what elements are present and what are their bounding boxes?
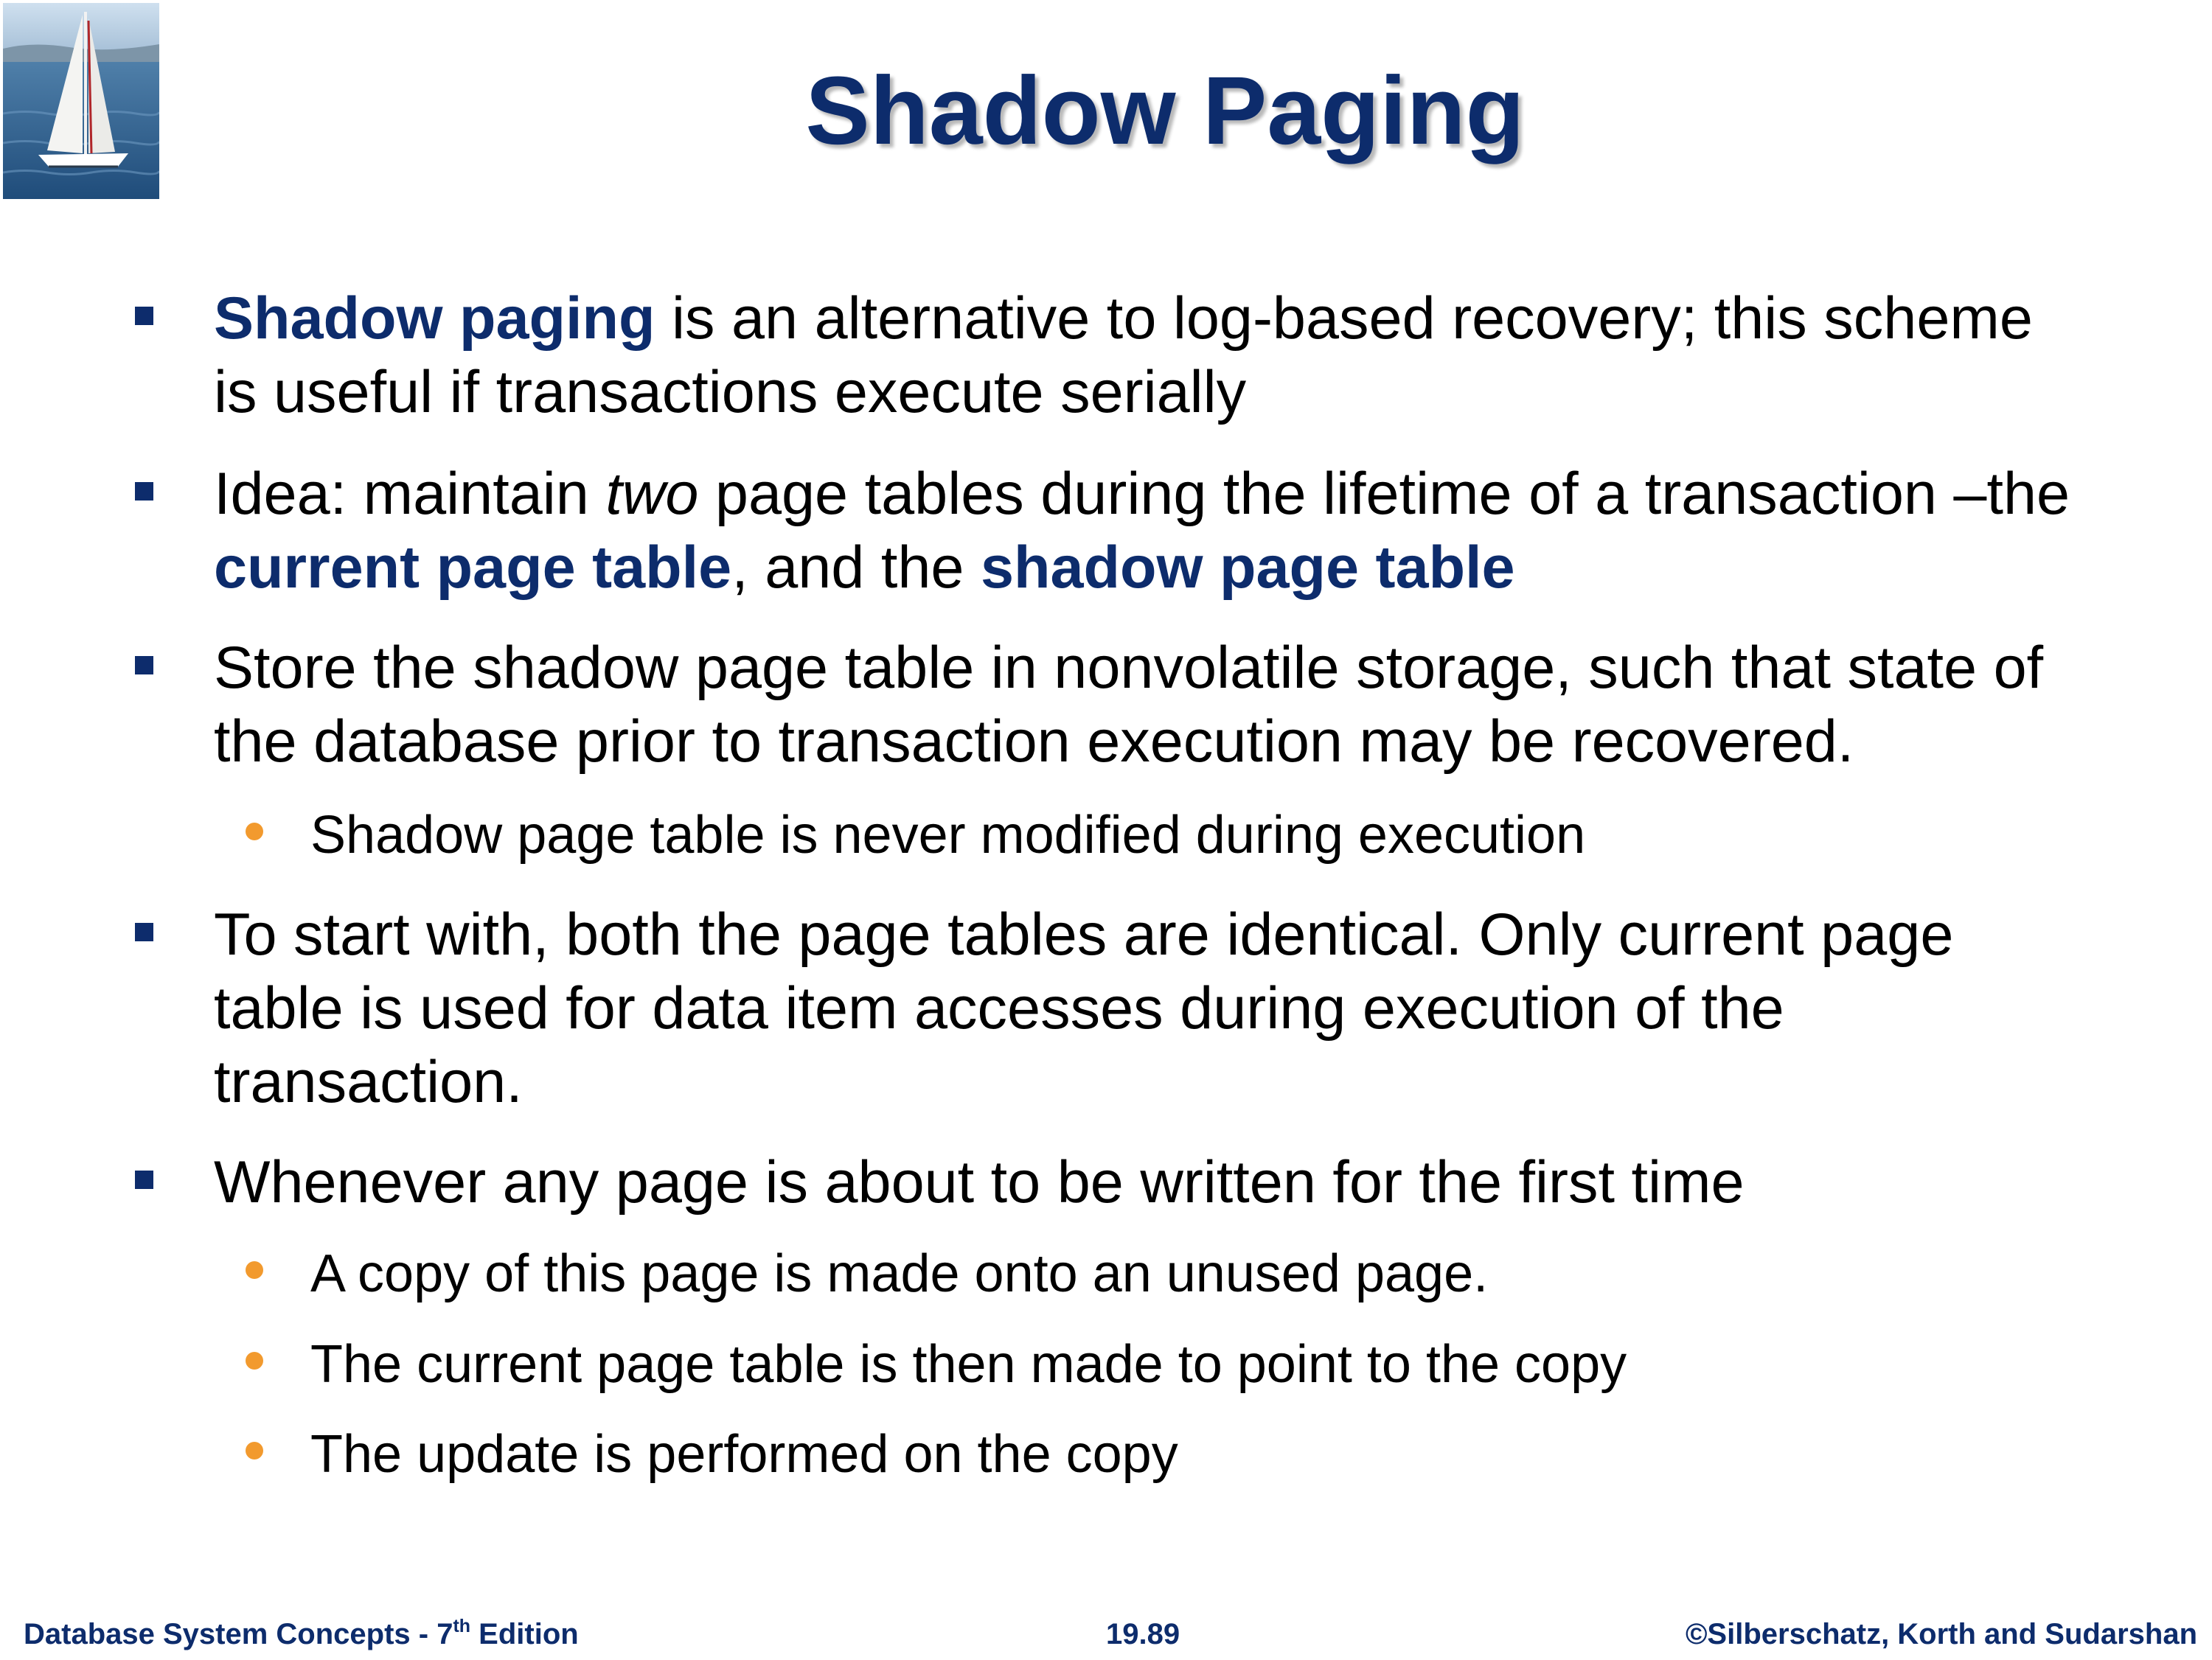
bullet-item: Idea: maintain two page tables during th…: [135, 457, 2168, 604]
bullet-line: current page table, and the shadow page …: [214, 531, 2168, 604]
square-bullet-icon: [135, 482, 153, 501]
bullet-line: Whenever any page is about to be written…: [214, 1149, 1745, 1216]
square-bullet-icon: [135, 923, 153, 941]
footer-superscript: th: [453, 1616, 471, 1636]
bullet-line: To start with, both the page tables are …: [214, 902, 1954, 968]
slide: Shadow Paging Shadow paging is an altern…: [0, 0, 2212, 1659]
term-highlight: Shadow paging: [214, 285, 655, 352]
bullet-item: Whenever any page is about to be written…: [135, 1145, 2168, 1219]
sub-bullet-item: A copy of this page is made onto an unus…: [246, 1241, 2154, 1307]
bullet-text: , and the: [731, 534, 981, 601]
bullet-item: To start with, both the page tables are …: [135, 898, 2168, 1119]
bullet-text: page tables during the lifetime of a tra…: [698, 461, 2070, 527]
bullet-line: The update is performed on the copy: [310, 1425, 1178, 1484]
footer-copyright: ©Silberschatz, Korth and Sudarshan: [1685, 1618, 2197, 1650]
sub-bullet-item: The update is performed on the copy: [246, 1421, 2154, 1488]
footer-page-number: 19.89: [1106, 1618, 1180, 1650]
bullet-line: Shadow paging is an alternative to log-b…: [214, 282, 2168, 355]
round-bullet-icon: [246, 1442, 263, 1460]
bullet-text: is an alternative to log-based recovery;…: [655, 285, 2033, 352]
bullet-line: The current page table is then made to p…: [310, 1335, 1627, 1394]
bullet-line: Store the shadow page table in nonvolati…: [214, 635, 2044, 701]
bullet-line: the database prior to transaction execut…: [214, 708, 1854, 775]
bullet-item: Store the shadow page table in nonvolati…: [135, 631, 2168, 778]
round-bullet-icon: [246, 1261, 263, 1279]
square-bullet-icon: [135, 1171, 153, 1189]
square-bullet-icon: [135, 307, 153, 325]
italic-term: two: [605, 461, 699, 527]
bullet-line: transaction.: [214, 1049, 523, 1115]
square-bullet-icon: [135, 656, 153, 674]
slide-title: Shadow Paging: [805, 56, 1525, 164]
round-bullet-icon: [246, 1352, 263, 1370]
sub-bullet-item: Shadow page table is never modified duri…: [246, 802, 2154, 868]
round-bullet-icon: [246, 823, 263, 840]
bullet-line: Shadow page table is never modified duri…: [310, 806, 1586, 865]
bullet-line: is useful if transactions execute serial…: [214, 359, 1247, 425]
sub-bullet-item: The current page table is then made to p…: [246, 1331, 2154, 1398]
bullet-line: Idea: maintain two page tables during th…: [214, 457, 2168, 531]
footer-edition-text: Edition: [470, 1618, 579, 1650]
term-highlight: shadow page table: [980, 534, 1515, 601]
footer-book-title-text: Database System Concepts - 7: [24, 1618, 453, 1650]
bullet-item: Shadow paging is an alternative to log-b…: [135, 282, 2168, 429]
footer-book-title: Database System Concepts - 7th Edition: [24, 1616, 579, 1660]
term-highlight: current page table: [214, 534, 732, 601]
bullet-line: A copy of this page is made onto an unus…: [310, 1244, 1489, 1303]
bullet-text: Idea: maintain: [214, 461, 606, 527]
bullet-line: table is used for data item accesses dur…: [214, 975, 1784, 1042]
